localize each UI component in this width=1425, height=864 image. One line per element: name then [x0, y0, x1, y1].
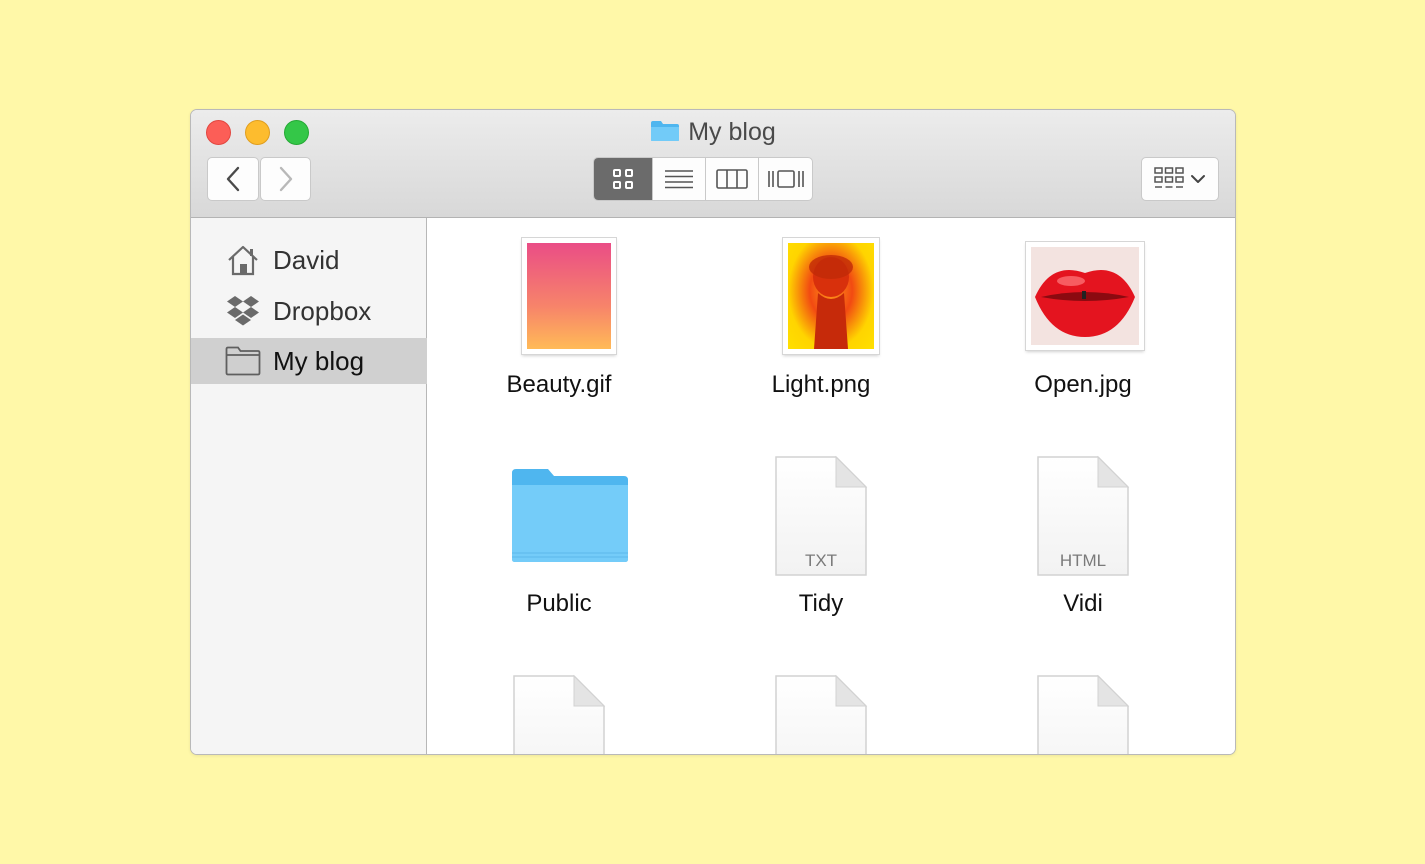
file-name: Beauty.gif — [506, 371, 612, 398]
folder-icon — [512, 469, 628, 562]
file-name: Light.png — [771, 371, 871, 398]
back-button[interactable] — [207, 157, 259, 201]
document-icon — [1036, 674, 1130, 754]
file-name: Open.jpg — [1034, 371, 1132, 398]
list-view-icon — [665, 170, 693, 189]
sidebar: David Dropbox My blog — [191, 218, 427, 754]
svg-text:HTML: HTML — [1060, 551, 1106, 570]
column-view-icon — [716, 169, 748, 189]
cover-flow-icon — [767, 170, 804, 188]
file-name: Public — [526, 590, 592, 617]
sidebar-item-label: My blog — [273, 345, 365, 376]
arrange-button[interactable] — [1141, 157, 1219, 201]
window-title: My blog — [191, 118, 1235, 147]
image-thumbnail — [522, 238, 616, 354]
chevron-left-icon — [226, 166, 240, 192]
dropbox-icon — [225, 293, 261, 329]
view-mode-control — [593, 157, 813, 201]
document-icon — [512, 674, 606, 754]
document-icon — [774, 674, 868, 754]
column-view-button[interactable] — [705, 158, 758, 200]
file-name: Vidi — [1063, 590, 1103, 617]
folder-icon — [225, 343, 261, 379]
chevron-right-icon — [279, 166, 292, 192]
sidebar-item-my-blog[interactable]: My blog — [191, 338, 427, 384]
title-bar: My blog — [191, 110, 1235, 218]
document-icon: TXT — [774, 455, 868, 577]
sidebar-item-label: David — [273, 244, 340, 275]
home-icon — [225, 242, 261, 278]
sidebar-item-dropbox[interactable]: Dropbox — [191, 288, 427, 334]
icon-view-button[interactable] — [594, 158, 652, 200]
sidebar-item-label: Dropbox — [273, 295, 372, 326]
window-title-text: My blog — [688, 118, 776, 146]
list-view-button[interactable] — [652, 158, 705, 200]
folder-icon — [651, 121, 680, 141]
document-icon: HTML — [1036, 455, 1130, 577]
chevron-down-icon — [1191, 175, 1205, 183]
file-name: Tidy — [798, 590, 844, 617]
arrange-grid-icon — [1154, 167, 1184, 188]
svg-text:TXT: TXT — [805, 551, 837, 570]
cover-flow-button[interactable] — [758, 158, 812, 200]
forward-button[interactable] — [260, 157, 311, 201]
finder-window: My blog David Dropbox My blog Beauty.gif… — [190, 109, 1236, 755]
icon-view-icon — [613, 169, 633, 189]
file-grid: Beauty.gif Light.png Open.jpg Public TXT Tidy… — [428, 218, 1235, 754]
image-thumbnail — [783, 238, 879, 354]
sidebar-item-david[interactable]: David — [191, 237, 427, 283]
image-thumbnail — [1026, 242, 1144, 350]
